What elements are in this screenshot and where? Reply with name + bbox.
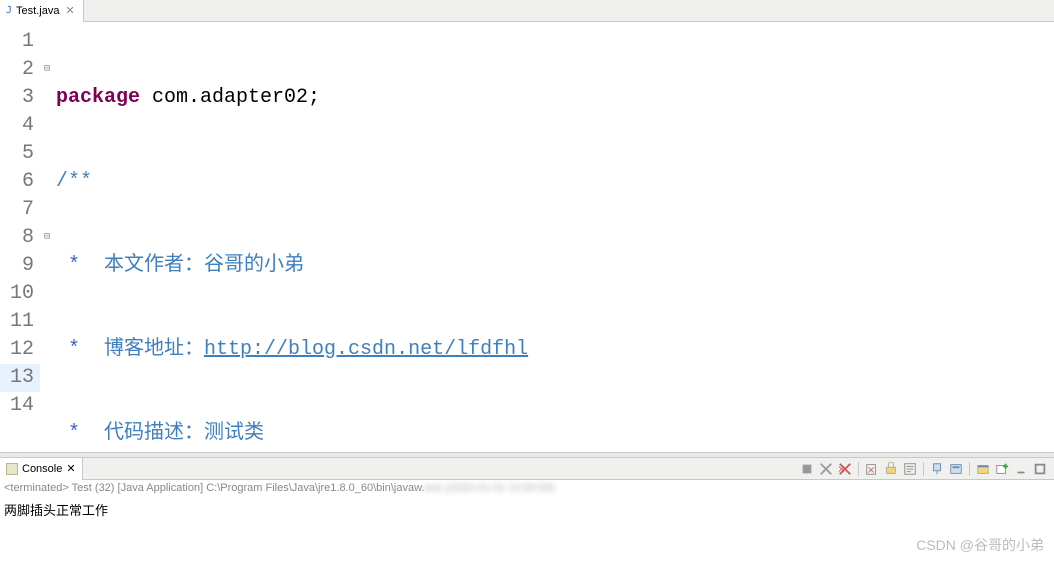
line-number: 11	[0, 308, 40, 336]
line-number: 9	[0, 252, 40, 280]
toolbar-separator	[969, 462, 970, 476]
line-number: 1	[0, 28, 40, 56]
line-number: 8	[0, 224, 40, 252]
console-icon	[6, 463, 18, 475]
display-selected-icon[interactable]	[948, 461, 964, 477]
clear-console-icon[interactable]	[864, 461, 880, 477]
line-number: 3	[0, 84, 40, 112]
remove-all-icon[interactable]	[837, 461, 853, 477]
maximize-icon[interactable]	[1032, 461, 1048, 477]
code-line-5: * 代码描述：测试类	[54, 420, 1054, 448]
line-number: 5	[0, 140, 40, 168]
line-number: 6	[0, 168, 40, 196]
tab-filename: Test.java	[16, 5, 59, 17]
code-content[interactable]: package com.adapter02; /** * 本文作者：谷哥的小弟 …	[54, 22, 1054, 452]
line-number: 13	[0, 364, 40, 392]
line-number: 10	[0, 280, 40, 308]
line-number: 12	[0, 336, 40, 364]
code-editor[interactable]: 1 2 3 4 5 6 7 8 9 10 11 12 13 14 ⊟ ⊟ pac…	[0, 22, 1054, 452]
watermark: CSDN @谷哥的小弟	[916, 535, 1044, 555]
close-icon[interactable]: ✕	[63, 4, 76, 17]
blurred-text: exe (2020-01-01 12:00:00)	[424, 482, 554, 494]
console-tab-bar: Console ✕	[0, 458, 1054, 480]
toolbar-separator	[923, 462, 924, 476]
remove-launch-icon[interactable]	[818, 461, 834, 477]
console-tab[interactable]: Console ✕	[0, 458, 83, 480]
minimize-icon[interactable]	[1013, 461, 1029, 477]
editor-tab-bar: J Test.java ✕	[0, 0, 1054, 22]
console-tab-label: Console	[22, 463, 62, 475]
code-line-1: package com.adapter02;	[54, 84, 1054, 112]
terminate-relaunch-icon[interactable]	[799, 461, 815, 477]
fold-marker	[40, 28, 54, 56]
editor-tab-testjava[interactable]: J Test.java ✕	[0, 0, 84, 22]
scroll-lock-icon[interactable]	[883, 461, 899, 477]
line-number-gutter: 1 2 3 4 5 6 7 8 9 10 11 12 13 14	[0, 22, 40, 452]
code-line-3: * 本文作者：谷哥的小弟	[54, 252, 1054, 280]
fold-marker[interactable]: ⊟	[40, 224, 54, 252]
line-number: 4	[0, 112, 40, 140]
fold-marker[interactable]: ⊟	[40, 56, 54, 84]
line-number: 2	[0, 56, 40, 84]
open-console-icon[interactable]	[975, 461, 991, 477]
line-number: 7	[0, 196, 40, 224]
word-wrap-icon[interactable]	[902, 461, 918, 477]
code-line-4: * 博客地址：http://blog.csdn.net/lfdfhl	[54, 336, 1054, 364]
close-icon[interactable]: ✕	[66, 462, 75, 475]
console-output[interactable]: 两脚插头正常工作	[0, 496, 1054, 523]
new-console-icon[interactable]	[994, 461, 1010, 477]
console-process-header: <terminated> Test (32) [Java Application…	[0, 480, 1054, 496]
console-toolbar	[799, 461, 1054, 477]
toolbar-separator	[858, 462, 859, 476]
fold-marker-column: ⊟ ⊟	[40, 22, 54, 452]
code-line-2: /**	[54, 168, 1054, 196]
line-number: 14	[0, 392, 40, 420]
pin-console-icon[interactable]	[929, 461, 945, 477]
console-output-line: 两脚插头正常工作	[4, 503, 108, 518]
java-file-icon: J	[6, 5, 12, 16]
